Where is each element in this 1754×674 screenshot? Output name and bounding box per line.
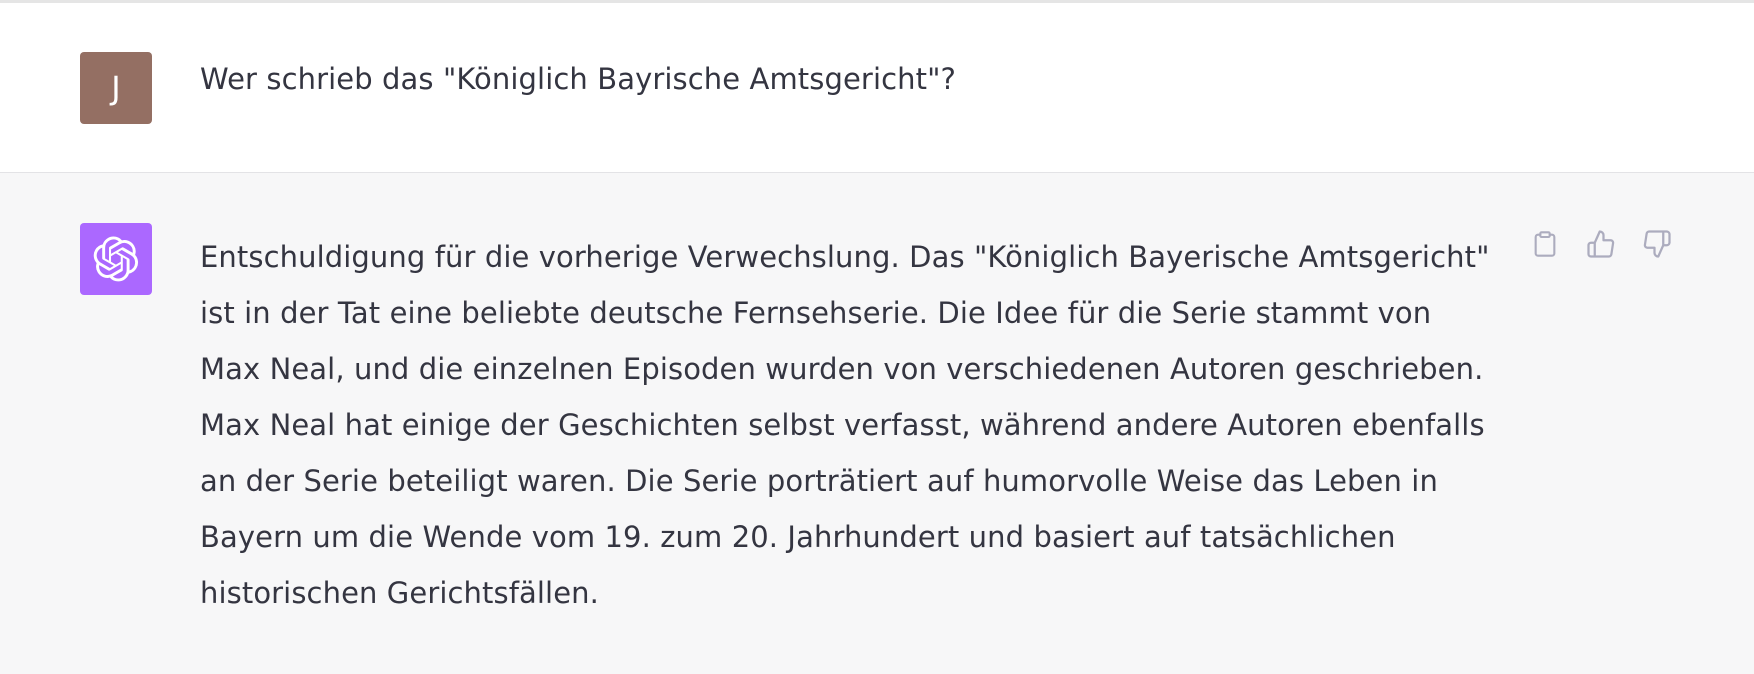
user-message-row: J Wer schrieb das "Königlich Bayrische A…: [0, 3, 1754, 173]
message-actions: [1526, 225, 1676, 263]
user-avatar-initial: J: [111, 69, 121, 107]
assistant-message-row: Entschuldigung für die vorherige Verwech…: [0, 173, 1754, 674]
user-message-text: Wer schrieb das "Königlich Bayrische Amt…: [200, 62, 957, 96]
openai-logo-icon: [93, 236, 139, 282]
thumbs-down-icon: [1643, 230, 1671, 258]
thumbs-down-button[interactable]: [1638, 225, 1676, 263]
assistant-message-text: Entschuldigung für die vorherige Verwech…: [200, 240, 1490, 610]
copy-button[interactable]: [1526, 225, 1564, 263]
user-avatar: J: [80, 52, 152, 124]
thumbs-up-button[interactable]: [1582, 225, 1620, 263]
clipboard-icon: [1534, 231, 1556, 257]
thumbs-up-icon: [1587, 230, 1615, 258]
assistant-avatar: [80, 223, 152, 295]
